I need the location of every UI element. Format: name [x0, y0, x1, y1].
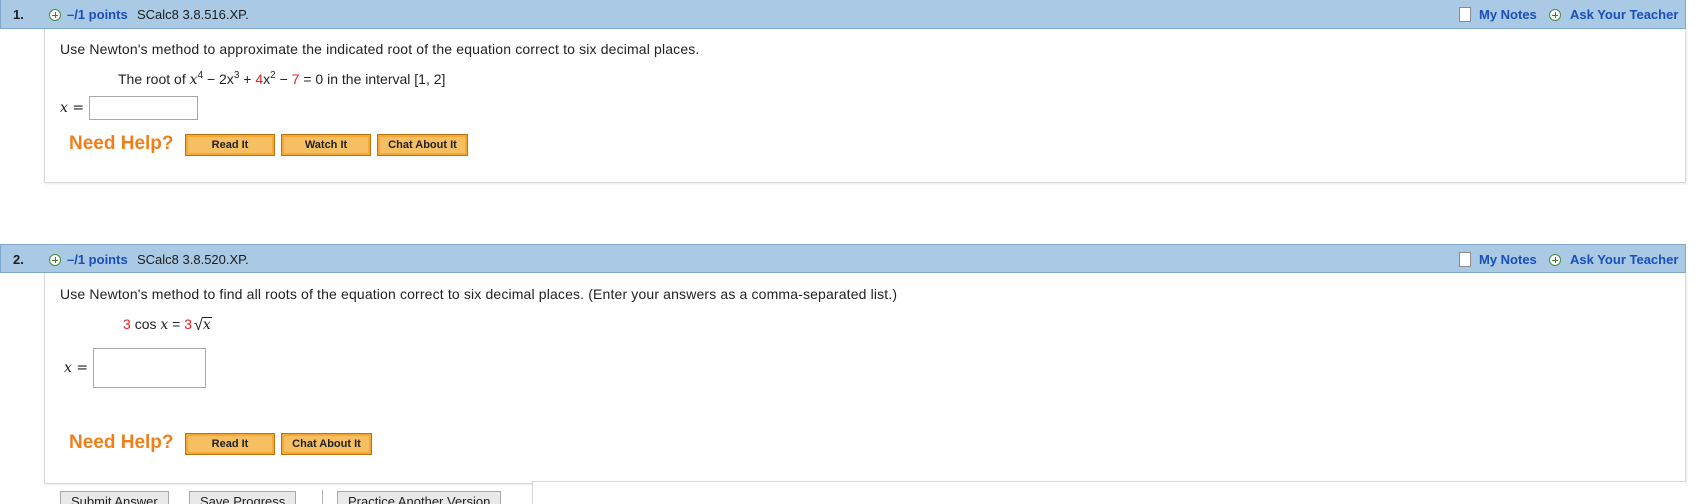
equation-coefficient-left: 3	[123, 316, 131, 332]
footer-divider	[322, 490, 323, 504]
interval-values: [1, 2]	[414, 71, 446, 87]
equation-plus: +	[243, 71, 252, 87]
watch-it-button[interactable]: Watch It	[281, 134, 371, 156]
chat-about-it-button[interactable]: Chat About It	[281, 433, 372, 455]
equation-term-2x: − 2x	[206, 71, 234, 87]
equation-coefficient-right: 3	[184, 316, 193, 332]
question-number: 2.	[13, 252, 24, 267]
expand-points-icon[interactable]	[49, 254, 61, 266]
interval-text: in the interval	[327, 71, 411, 87]
equation-var-x: x	[189, 72, 198, 88]
ask-teacher-plus-icon[interactable]	[1549, 9, 1561, 21]
square-root: √x	[192, 316, 212, 334]
question-source-id: SCalc8 3.8.516.XP.	[137, 7, 249, 22]
read-it-button[interactable]: Read It	[185, 134, 275, 156]
answer-label: x =	[60, 100, 85, 116]
question-header-2: 2. –/1 points SCalc8 3.8.520.XP. My Note…	[0, 244, 1686, 273]
equation-var-x: x	[160, 317, 169, 333]
equation-constant-7: 7	[291, 71, 300, 87]
ask-your-teacher-link[interactable]: Ask Your Teacher	[1570, 252, 1678, 267]
answer-input-1[interactable]	[89, 96, 198, 120]
question-points-link[interactable]: –/1 points	[67, 252, 128, 267]
save-progress-button[interactable]: Save Progress	[189, 491, 297, 504]
equation-exponent-3: 3	[233, 70, 240, 81]
equation-exponent-4: 4	[197, 70, 204, 81]
answer-label: x =	[64, 360, 89, 376]
chat-about-it-button[interactable]: Chat About It	[377, 134, 468, 156]
footer-panel	[532, 481, 1686, 504]
question-header-1: 1. –/1 points SCalc8 3.8.516.XP. My Note…	[0, 0, 1686, 29]
my-notes-link[interactable]: My Notes	[1479, 252, 1537, 267]
question-prompt: Use Newton's method to approximate the i…	[60, 41, 700, 57]
equation-statement: 3 cos x = 3 √x	[123, 316, 212, 334]
answer-input-2[interactable]	[93, 348, 206, 388]
question-number: 1.	[13, 7, 24, 22]
expand-points-icon[interactable]	[49, 9, 61, 21]
practice-another-version-button[interactable]: Practice Another Version	[337, 491, 502, 504]
radicand-x: x	[201, 317, 212, 333]
notes-icon[interactable]	[1459, 7, 1471, 22]
equation-statement: The root of x4 − 2x3 + 4x2 − 7 = 0 in th…	[118, 70, 446, 88]
equation-cos: cos	[134, 316, 157, 332]
question-prompt: Use Newton's method to find all roots of…	[60, 286, 898, 302]
equation-coefficient-4: 4	[255, 71, 264, 87]
question-points-link[interactable]: –/1 points	[67, 7, 128, 22]
submit-answer-button[interactable]: Submit Answer	[60, 491, 169, 504]
notes-icon[interactable]	[1459, 252, 1471, 267]
ask-your-teacher-link[interactable]: Ask Your Teacher	[1570, 7, 1678, 22]
webassign-page: 1. –/1 points SCalc8 3.8.516.XP. My Note…	[0, 0, 1698, 504]
equation-minus: −	[279, 71, 288, 87]
square-root-icon: √	[194, 317, 203, 334]
equation-lead: The root of	[118, 71, 186, 87]
equation-exponent-2: 2	[270, 70, 276, 81]
equation-equals-zero: = 0	[303, 71, 324, 87]
read-it-button[interactable]: Read It	[185, 433, 275, 455]
my-notes-link[interactable]: My Notes	[1479, 7, 1537, 22]
question-source-id: SCalc8 3.8.520.XP.	[137, 252, 249, 267]
need-help-label: Need Help?	[69, 133, 174, 154]
equation-equals: =	[172, 316, 181, 332]
ask-teacher-plus-icon[interactable]	[1549, 254, 1561, 266]
need-help-label: Need Help?	[69, 432, 174, 453]
